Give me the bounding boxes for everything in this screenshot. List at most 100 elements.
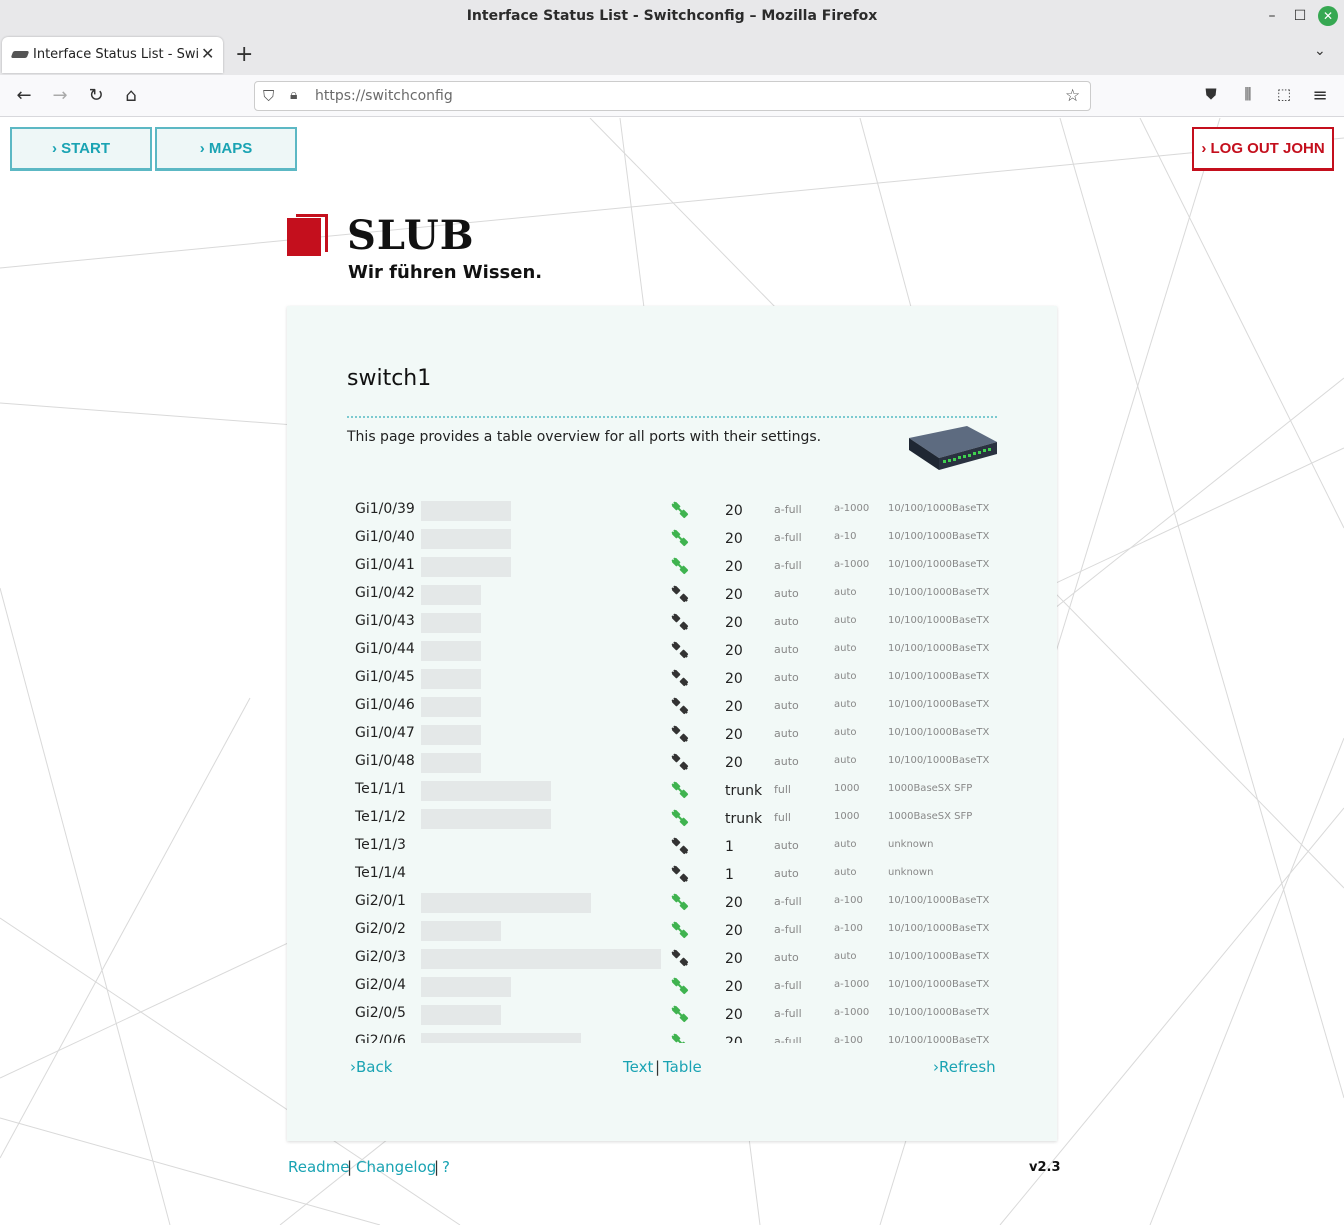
help-link[interactable]: ? [442, 1158, 450, 1176]
maps-button[interactable]: › MAPS [155, 127, 297, 171]
port-type: 10/100/1000BaseTX [888, 531, 990, 542]
plug-disconnected-icon [670, 948, 690, 968]
port-speed: 1000 [834, 783, 860, 794]
plug-connected-icon [670, 500, 690, 520]
port-name[interactable]: Te1/1/4 [355, 865, 406, 881]
port-row[interactable]: Gi1/0/45 20 auto auto 10/100/1000BaseTX [347, 664, 1007, 692]
port-row[interactable]: Gi2/0/2 20 a-full a-100 10/100/1000BaseTX [347, 916, 1007, 944]
port-name[interactable]: Gi1/0/48 [355, 753, 415, 769]
port-name[interactable]: Gi1/0/40 [355, 529, 415, 545]
port-name[interactable]: Gi1/0/44 [355, 641, 415, 657]
forward-arrow-icon[interactable]: → [49, 85, 71, 106]
port-duplex: auto [774, 671, 799, 684]
url-text[interactable]: https://switchconfig [315, 88, 453, 104]
port-name[interactable]: Te1/1/3 [355, 837, 406, 853]
changelog-link[interactable]: Changelog [356, 1158, 436, 1176]
port-description-redacted [421, 697, 481, 717]
port-name[interactable]: Gi2/0/2 [355, 921, 406, 937]
port-row[interactable]: Gi2/0/5 20 a-full a-1000 10/100/1000BaseTX [347, 1000, 1007, 1028]
tracking-shield-icon[interactable]: ⛉ [263, 87, 274, 105]
maximize-icon[interactable]: ☐ [1290, 6, 1310, 26]
new-tab-icon[interactable]: + [235, 42, 253, 67]
close-tab-icon[interactable]: ✕ [201, 44, 214, 63]
plug-connected-icon [670, 780, 690, 800]
close-window-icon[interactable]: ✕ [1318, 6, 1338, 26]
network-switch-icon [909, 426, 997, 470]
extensions-icon[interactable]: ⬚ [1273, 85, 1295, 103]
port-row[interactable]: Te1/1/4 1 auto auto unknown [347, 860, 1007, 888]
port-name[interactable]: Te1/1/2 [355, 809, 406, 825]
port-duplex: full [774, 811, 791, 824]
port-type: 10/100/1000BaseTX [888, 643, 990, 654]
port-row[interactable]: Te1/1/3 1 auto auto unknown [347, 832, 1007, 860]
port-description-redacted [421, 501, 511, 521]
port-speed: 1000 [834, 811, 860, 822]
back-arrow-icon[interactable]: ← [13, 85, 35, 106]
plug-connected-icon [670, 808, 690, 828]
back-link[interactable]: ›Back [350, 1058, 392, 1076]
port-type: 10/100/1000BaseTX [888, 979, 990, 990]
port-row[interactable]: Gi1/0/42 20 auto auto 10/100/1000BaseTX [347, 580, 1007, 608]
lock-icon[interactable]: 🔒︎ [290, 87, 297, 103]
minimize-icon[interactable]: – [1262, 6, 1282, 26]
port-row[interactable]: Gi1/0/40 20 a-full a-10 10/100/1000BaseTX [347, 524, 1007, 552]
text-view-link[interactable]: Text [623, 1058, 653, 1076]
port-name[interactable]: Gi1/0/47 [355, 725, 415, 741]
port-row[interactable]: Gi1/0/41 20 a-full a-1000 10/100/1000BaseTX [347, 552, 1007, 580]
bookmark-star-icon[interactable]: ☆ [1065, 86, 1080, 106]
port-row[interactable]: Gi2/0/1 20 a-full a-100 10/100/1000BaseTX [347, 888, 1007, 916]
port-name[interactable]: Gi1/0/43 [355, 613, 415, 629]
port-speed: a-10 [834, 531, 857, 542]
ports-table: Gi1/0/39 20 a-full a-1000 10/100/1000BaseTX G… [347, 496, 1007, 1043]
list-all-tabs-icon[interactable]: ⌄ [1314, 43, 1326, 59]
port-description-redacted [421, 613, 481, 633]
port-duplex: auto [774, 699, 799, 712]
port-name[interactable]: Gi2/0/6 [355, 1033, 406, 1043]
logout-button[interactable]: › LOG OUT JOHN [1192, 127, 1334, 171]
port-row[interactable]: Te1/1/2 trunk full 1000 1000BaseSX SFP [347, 804, 1007, 832]
port-name[interactable]: Gi1/0/46 [355, 697, 415, 713]
port-row[interactable]: Gi1/0/43 20 auto auto 10/100/1000BaseTX [347, 608, 1007, 636]
menu-hamburger-icon[interactable]: ≡ [1309, 85, 1331, 106]
port-row[interactable]: Te1/1/1 trunk full 1000 1000BaseSX SFP [347, 776, 1007, 804]
port-name[interactable]: Gi2/0/1 [355, 893, 406, 909]
port-row[interactable]: Gi1/0/48 20 auto auto 10/100/1000BaseTX [347, 748, 1007, 776]
pocket-icon[interactable]: ⛊ [1200, 85, 1222, 103]
port-type: 10/100/1000BaseTX [888, 503, 990, 514]
start-button[interactable]: › START [10, 127, 152, 171]
port-name[interactable]: Gi1/0/42 [355, 585, 415, 601]
port-name[interactable]: Gi1/0/45 [355, 669, 415, 685]
port-name[interactable]: Gi2/0/4 [355, 977, 406, 993]
table-view-link[interactable]: Table [663, 1058, 702, 1076]
reload-icon[interactable]: ↻ [85, 85, 107, 106]
port-speed: a-1000 [834, 1007, 870, 1018]
port-name[interactable]: Gi2/0/3 [355, 949, 406, 965]
port-type: 1000BaseSX SFP [888, 811, 973, 822]
port-vlan: 20 [725, 559, 743, 575]
port-row[interactable]: Gi2/0/4 20 a-full a-1000 10/100/1000BaseTX [347, 972, 1007, 1000]
address-bar[interactable]: ⛉ 🔒︎ https://switchconfig ☆ [254, 81, 1091, 111]
tab-interface-status[interactable]: Interface Status List - Switchconfig ✕ [2, 37, 223, 73]
port-row[interactable]: Gi1/0/46 20 auto auto 10/100/1000BaseTX [347, 692, 1007, 720]
readme-link[interactable]: Readme [288, 1158, 350, 1176]
port-duplex: a-full [774, 1007, 802, 1020]
port-row[interactable]: Gi1/0/44 20 auto auto 10/100/1000BaseTX [347, 636, 1007, 664]
content-card: switch1 This page provides a table overv… [287, 306, 1057, 1141]
library-icon[interactable]: ⫼ [1237, 85, 1259, 103]
port-speed: auto [834, 867, 857, 878]
port-vlan: trunk [725, 783, 763, 799]
port-row[interactable]: Gi1/0/39 20 a-full a-1000 10/100/1000BaseTX [347, 496, 1007, 524]
port-description-redacted [421, 557, 511, 577]
port-speed: auto [834, 587, 857, 598]
port-row[interactable]: Gi2/0/6 20 a-full a-100 10/100/1000BaseTX [347, 1028, 1007, 1043]
port-name[interactable]: Gi1/0/39 [355, 501, 415, 517]
port-name[interactable]: Te1/1/1 [355, 781, 406, 797]
port-row[interactable]: Gi2/0/3 20 auto auto 10/100/1000BaseTX [347, 944, 1007, 972]
refresh-link[interactable]: ›Refresh [933, 1058, 996, 1076]
home-icon[interactable]: ⌂ [120, 85, 142, 106]
port-vlan: 1 [725, 867, 734, 883]
port-name[interactable]: Gi1/0/41 [355, 557, 415, 573]
port-row[interactable]: Gi1/0/47 20 auto auto 10/100/1000BaseTX [347, 720, 1007, 748]
port-name[interactable]: Gi2/0/5 [355, 1005, 406, 1021]
port-duplex: auto [774, 839, 799, 852]
